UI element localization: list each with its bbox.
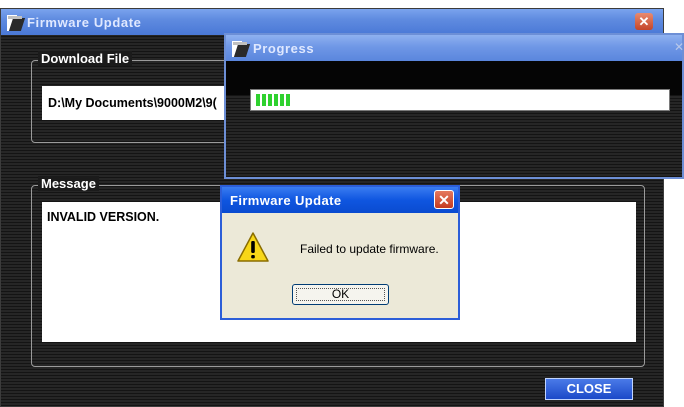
download-file-label: Download File: [38, 51, 133, 66]
progress-close-icon[interactable]: ✕: [674, 40, 684, 54]
progress-app-logo-icon: [232, 41, 251, 57]
progress-window-title: Progress: [253, 41, 315, 56]
ok-focus-ring: [296, 288, 385, 301]
message-label: Message: [38, 176, 99, 191]
ok-button[interactable]: OK: [292, 284, 389, 305]
progress-segment: [268, 94, 272, 106]
error-dialog: Firmware Update ✕ Failed to update firmw…: [220, 185, 460, 320]
progress-segment: [280, 94, 284, 106]
main-window-title: Firmware Update: [27, 15, 142, 30]
progress-segment: [256, 94, 260, 106]
progress-bar: [250, 89, 670, 111]
dialog-title: Firmware Update: [230, 193, 342, 208]
dialog-message: Failed to update firmware.: [300, 242, 439, 256]
warning-icon: [237, 232, 269, 262]
dialog-close-icon[interactable]: ✕: [434, 190, 454, 209]
progress-titlebar[interactable]: Progress ✕: [226, 35, 684, 61]
progress-segment: [274, 94, 278, 106]
main-close-icon[interactable]: ✕: [635, 13, 653, 30]
app-logo-icon: [7, 15, 26, 31]
progress-window: Progress ✕: [224, 33, 684, 179]
message-text: INVALID VERSION.: [47, 210, 160, 224]
dialog-titlebar[interactable]: Firmware Update ✕: [222, 187, 458, 213]
main-titlebar[interactable]: Firmware Update ✕: [1, 9, 663, 35]
progress-segment: [286, 94, 290, 106]
close-button[interactable]: CLOSE: [545, 378, 633, 400]
progress-segment: [262, 94, 266, 106]
